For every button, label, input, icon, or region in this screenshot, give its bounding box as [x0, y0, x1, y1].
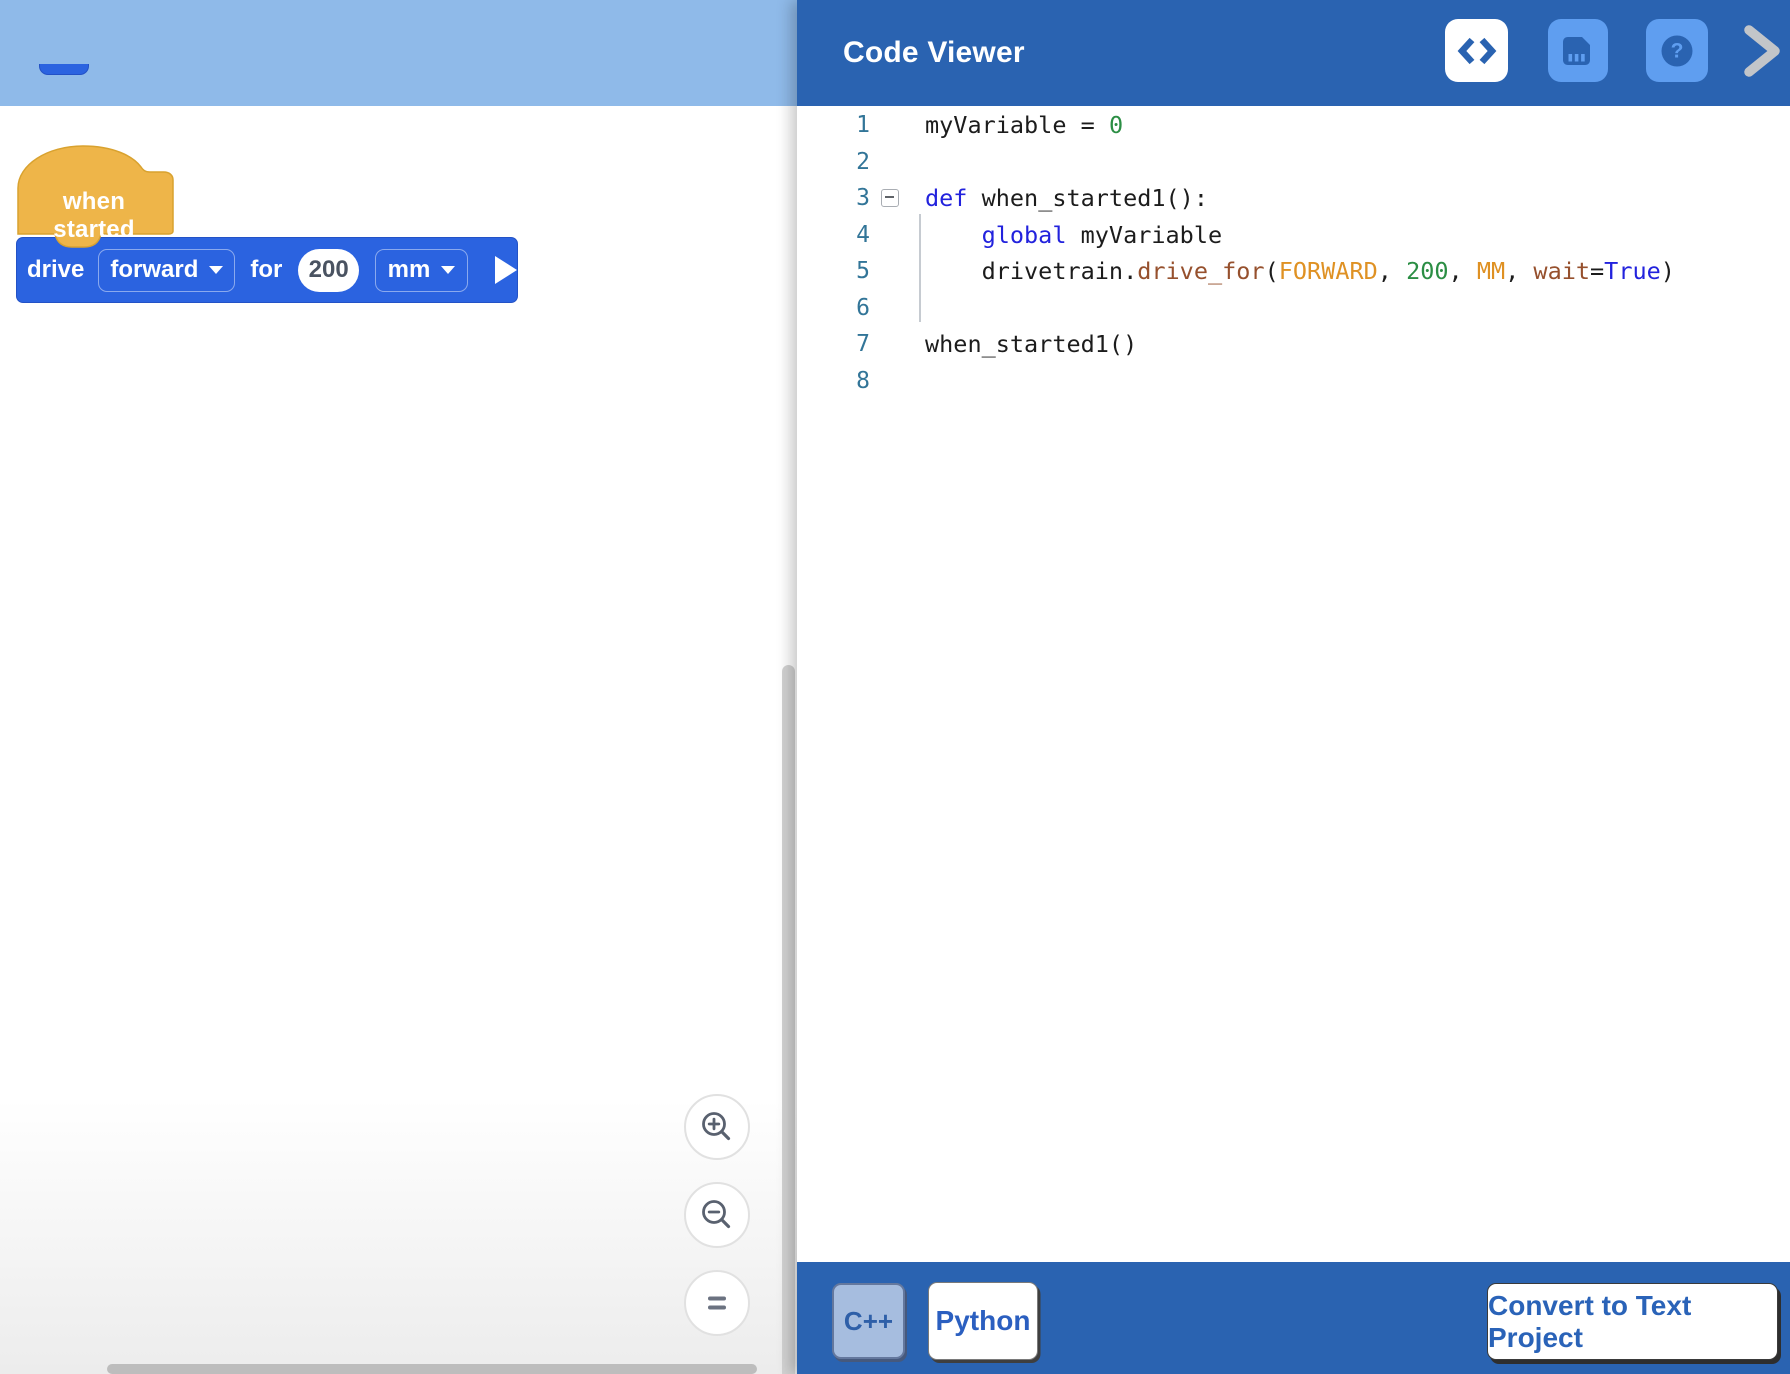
- cpp-language-button[interactable]: C++: [832, 1283, 905, 1359]
- play-icon[interactable]: [495, 256, 517, 284]
- code-viewer-panel: Code Viewer ?: [797, 0, 1790, 1374]
- gutter-fold-slot: [870, 180, 925, 217]
- code-line-text: when_started1(): [925, 330, 1137, 358]
- gutter-fold-slot: [870, 253, 925, 290]
- code-line: 3 def when_started1():: [797, 180, 1790, 217]
- gutter-fold-slot: [870, 363, 925, 400]
- help-icon: ?: [1657, 31, 1697, 71]
- fold-marker[interactable]: [881, 189, 899, 207]
- code-viewer-header: Code Viewer ?: [797, 0, 1790, 106]
- code-line-text: def when_started1():: [925, 184, 1208, 212]
- distance-value: 200: [309, 256, 349, 284]
- code-line: 4 global myVariable: [797, 217, 1790, 254]
- code-viewer-toggle-button[interactable]: [1445, 19, 1508, 82]
- code-area: 1 myVariable = 0 2 3 def when_started1(): 4 g…: [797, 107, 1790, 1262]
- drive-block-bottom-tab: [39, 64, 89, 75]
- chevron-right-icon: [1740, 22, 1784, 80]
- gutter-fold-slot: [870, 217, 925, 254]
- canvas-toolbar: [0, 0, 797, 106]
- gutter-fold-slot: [870, 290, 925, 327]
- gutter-fold-slot: [870, 326, 925, 363]
- code-line: 1 myVariable = 0: [797, 107, 1790, 144]
- python-label: Python: [936, 1305, 1031, 1337]
- code-line: 6: [797, 290, 1790, 327]
- gutter-fold-slot: [870, 144, 925, 181]
- brain-icon: [1560, 34, 1596, 68]
- drive-block-for-label: for: [250, 256, 282, 284]
- zoom-reset-button[interactable]: [684, 1270, 750, 1336]
- when-started-block[interactable]: when started: [14, 142, 176, 256]
- indent-guide: [919, 214, 921, 322]
- convert-to-text-project-button[interactable]: Convert to Text Project: [1487, 1283, 1778, 1360]
- canvas-vertical-scrollbar[interactable]: [782, 665, 795, 1374]
- collapse-panel-button[interactable]: [1739, 22, 1785, 80]
- distance-input[interactable]: 200: [298, 249, 359, 292]
- zoom-out-icon: [699, 1197, 735, 1233]
- panel-title: Code Viewer: [843, 0, 1025, 106]
- hat-block-label: when started: [20, 188, 168, 244]
- code-viewer-footer: C++ Python Convert to Text Project: [797, 1262, 1790, 1374]
- code-line: 2: [797, 144, 1790, 181]
- unit-dropdown-value: mm: [388, 256, 431, 284]
- code-lines: 1 myVariable = 0 2 3 def when_started1(): 4 g…: [797, 107, 1790, 399]
- gutter-fold-slot: [870, 107, 925, 144]
- brain-button[interactable]: [1548, 19, 1608, 82]
- code-line: 7 when_started1(): [797, 326, 1790, 363]
- code-icon: [1457, 36, 1497, 66]
- line-number: 3: [797, 185, 870, 211]
- help-button[interactable]: ?: [1646, 19, 1708, 82]
- svg-text:?: ?: [1671, 39, 1684, 62]
- canvas-horizontal-scrollbar[interactable]: [107, 1364, 757, 1374]
- dropdown-caret-icon: [441, 266, 455, 274]
- dropdown-caret-icon: [209, 266, 223, 274]
- line-number: 6: [797, 295, 870, 321]
- code-line-text: drivetrain.drive_for(FORWARD, 200, MM, w…: [925, 257, 1675, 285]
- python-language-button[interactable]: Python: [928, 1282, 1038, 1360]
- line-number: 1: [797, 112, 870, 138]
- unit-dropdown[interactable]: mm: [375, 249, 468, 292]
- zoom-reset-icon: [699, 1285, 735, 1321]
- direction-dropdown-value: forward: [110, 256, 198, 284]
- line-number: 2: [797, 149, 870, 175]
- zoom-in-icon: [699, 1109, 735, 1145]
- line-number: 4: [797, 222, 870, 248]
- line-number: 8: [797, 368, 870, 394]
- drive-block-verb: drive: [27, 256, 84, 284]
- block-canvas[interactable]: when started drive forward for 200 mm: [0, 0, 797, 1374]
- line-number: 7: [797, 331, 870, 357]
- code-line: 8: [797, 363, 1790, 400]
- code-line: 5 drivetrain.drive_for(FORWARD, 200, MM,…: [797, 253, 1790, 290]
- code-line-text: global myVariable: [925, 221, 1222, 249]
- convert-label: Convert to Text Project: [1488, 1290, 1777, 1354]
- zoom-in-button[interactable]: [684, 1094, 750, 1160]
- cpp-label: C++: [844, 1306, 893, 1337]
- line-number: 5: [797, 258, 870, 284]
- zoom-out-button[interactable]: [684, 1182, 750, 1248]
- code-line-text: myVariable = 0: [925, 111, 1123, 139]
